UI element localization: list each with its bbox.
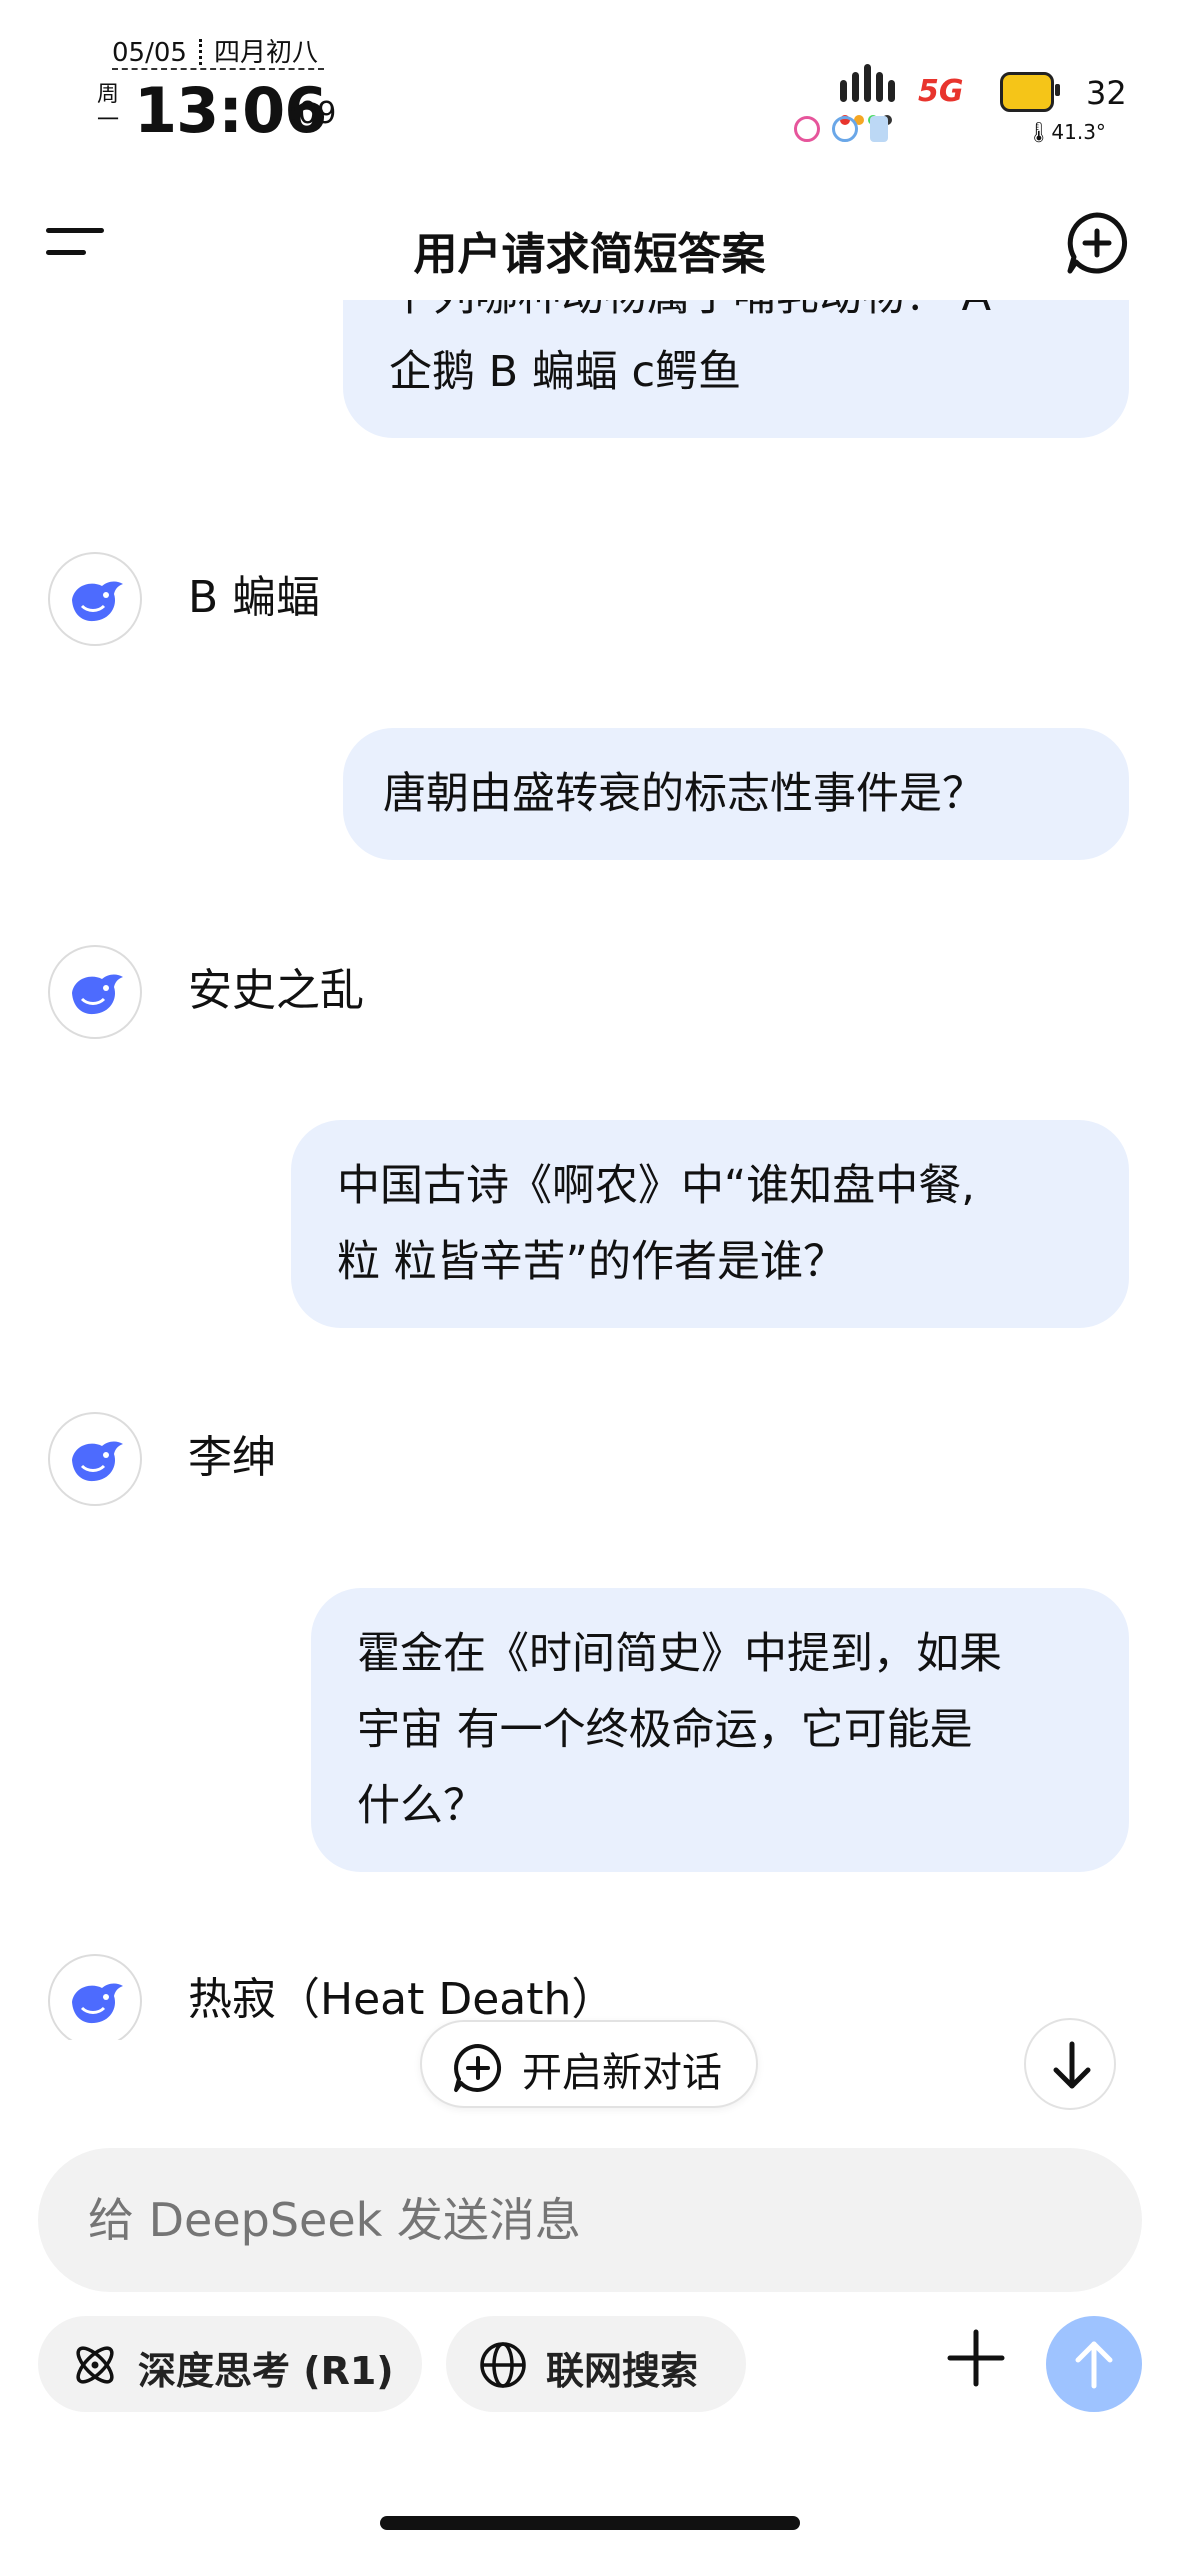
scroll-down-button[interactable] xyxy=(1024,2018,1116,2110)
recording-icon xyxy=(794,116,820,142)
message-line: 宇宙 有一个终极命运，它可能是 xyxy=(357,1705,973,1755)
status-weekday: 周一 xyxy=(96,82,119,133)
user-message: 霍金在《时间简史》中提到，如果 宇宙 有一个终极命运，它可能是 什么？ xyxy=(311,1588,1129,1872)
deepseek-whale-icon xyxy=(48,945,142,1039)
deep-think-label: 深度思考 (R1) xyxy=(138,2349,394,2393)
battery-icon xyxy=(1000,72,1060,112)
send-button[interactable] xyxy=(1046,2316,1142,2412)
new-chat-label: 开启新对话 xyxy=(522,2050,722,2096)
assistant-message-text: B 蝙蝠 xyxy=(188,572,321,623)
attach-button[interactable] xyxy=(946,2328,1006,2388)
message-line: 企鹅 B 蝙蝠 c鳄鱼 xyxy=(389,347,742,397)
arrow-down-icon xyxy=(1053,2041,1091,2089)
user-message: 唐朝由盛转衰的标志性事件是？ xyxy=(343,728,1129,860)
chat-plus-icon xyxy=(454,2044,502,2092)
message-line: 唐朝由盛转衰的标志性事件是？ xyxy=(383,769,985,819)
message-line: 中国古诗《啊农》中“谁知盘中餐, xyxy=(337,1161,975,1211)
message-line: 下列哪种动物属于哺乳动物？ A xyxy=(389,300,1083,334)
message-input[interactable] xyxy=(38,2148,1142,2292)
page-title: 用户请求简短答案 xyxy=(413,229,766,280)
globe-icon xyxy=(480,2342,526,2388)
user-message: 下列哪种动物属于哺乳动物？ A 企鹅 B 蝙蝠 c鳄鱼 xyxy=(343,300,1129,438)
web-search-label: 联网搜索 xyxy=(546,2349,699,2393)
deepseek-whale-icon xyxy=(48,1412,142,1506)
assistant-message-text: 李绅 xyxy=(188,1432,276,1483)
arrow-up-icon xyxy=(1075,2341,1113,2389)
message-line: 粒 粒皆辛苦”的作者是谁？ xyxy=(337,1237,846,1287)
alarm-icon xyxy=(832,116,858,142)
temperature-value: 41.3° xyxy=(1051,120,1106,144)
assistant-message-text: 安史之乱 xyxy=(188,965,364,1016)
atom-icon xyxy=(76,2346,114,2384)
deepseek-whale-icon xyxy=(48,1954,142,2040)
deep-think-toggle[interactable]: 深度思考 (R1) xyxy=(38,2316,422,2412)
deepseek-whale-icon xyxy=(48,552,142,646)
status-divider xyxy=(112,68,324,70)
status-date-text: 05/05 xyxy=(112,38,187,68)
chat-transcript[interactable]: 下列哪种动物属于哺乳动物？ A 企鹅 B 蝙蝠 c鳄鱼 B 蝙蝠 唐朝由盛转衰的… xyxy=(0,300,1179,2040)
new-chat-icon[interactable] xyxy=(1064,210,1130,276)
status-seconds: :09 xyxy=(288,96,337,131)
web-search-toggle[interactable]: 联网搜索 xyxy=(446,2316,746,2412)
user-message: 中国古诗《啊农》中“谁知盘中餐, 粒 粒皆辛苦”的作者是谁？ xyxy=(291,1120,1129,1328)
home-indicator[interactable] xyxy=(380,2516,800,2530)
network-5g-icon: 5G xyxy=(918,74,964,109)
message-line: 什么？ xyxy=(357,1781,486,1831)
new-chat-button[interactable]: 开启新对话 xyxy=(420,2020,758,2108)
temperature-readout: 🌡41.3° xyxy=(1026,120,1106,144)
battery-level: 32 xyxy=(1086,74,1127,112)
status-date: 05/05 四月初八 xyxy=(112,32,318,69)
message-line: 霍金在《时间简史》中提到，如果 xyxy=(357,1629,1002,1679)
signal-bars-icon xyxy=(840,64,900,102)
status-lunar-date: 四月初八 xyxy=(213,38,318,68)
top-header: 用户请求简短答案 xyxy=(0,190,1179,300)
status-icons: 5G 32 🌡41.3° xyxy=(788,60,1148,150)
bluetooth-icon xyxy=(870,116,888,142)
plus-icon xyxy=(947,2329,1005,2387)
status-bar: 05/05 四月初八 周一 13:06 :09 5G 32 🌡41.3° xyxy=(0,0,1179,150)
